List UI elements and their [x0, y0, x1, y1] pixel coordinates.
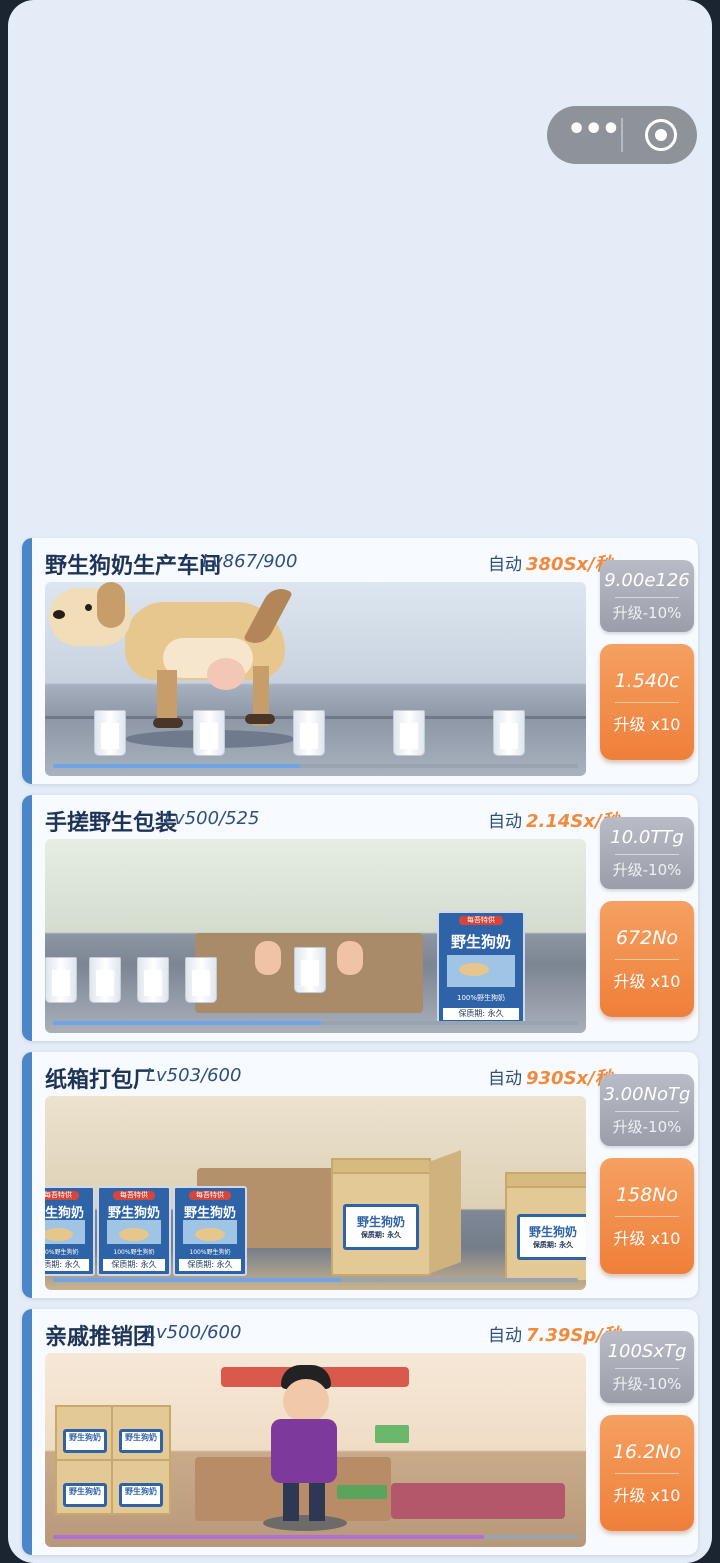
dog-paw — [245, 714, 275, 724]
row-accent-stripe — [22, 795, 32, 1041]
x10-cost: 1.540c — [614, 670, 680, 692]
ellipsis-icon[interactable]: ••• — [567, 115, 621, 149]
target-circle-icon[interactable] — [645, 119, 677, 151]
upgrade-x10-button[interactable]: 672No 升级 x10 — [600, 901, 694, 1017]
upgrade-discount-button[interactable]: 3.00NoTg 升级-10% — [600, 1074, 694, 1146]
milk-glass — [193, 710, 225, 756]
shadow — [263, 1515, 347, 1531]
discount-label: 升级-10% — [612, 1375, 682, 1393]
seller-face — [283, 1379, 329, 1423]
red-mat — [391, 1483, 565, 1519]
upgrade-x10-button[interactable]: 16.2No 升级 x10 — [600, 1415, 694, 1531]
dog-paw — [153, 718, 183, 728]
row-title: 野生狗奶生产车间 — [45, 554, 222, 579]
cardboard-box: 野生狗奶 — [111, 1459, 171, 1515]
row-accent-stripe — [22, 538, 32, 784]
x10-label: 升级 x10 — [613, 972, 681, 991]
milk-pack: 每吾特供野生狗奶100%野生狗奶保质期: 永久 — [173, 1186, 247, 1276]
x10-cost: 158No — [615, 1184, 679, 1206]
row-title: 纸箱打包厂 — [45, 1068, 156, 1093]
row-title: 手搓野生包装 — [45, 811, 178, 836]
milk-glass — [89, 957, 121, 1003]
milk-glass — [137, 957, 169, 1003]
x10-cost: 672No — [615, 927, 679, 949]
dog-eye — [85, 604, 92, 611]
production-progress-bar — [53, 1278, 578, 1282]
upgrade-x10-button[interactable]: 1.540c 升级 x10 — [600, 644, 694, 760]
discount-cost: 100SxTg — [607, 1341, 687, 1362]
milk-pack: 每吾特供野生狗奶100%野生狗奶保质期: 永久 — [97, 1186, 171, 1276]
seller-jacket — [271, 1419, 337, 1483]
scene-dog-milking — [45, 582, 586, 776]
scene-box-packing: 每吾特供野生狗奶100%野生狗奶保质期: 永久 每吾特供野生狗奶100%野生狗奶… — [45, 1096, 586, 1290]
row-accent-stripe — [22, 1052, 32, 1298]
x10-label: 升级 x10 — [613, 1229, 681, 1248]
milk-glass — [293, 710, 325, 756]
cardboard-box: 野生狗奶 — [111, 1405, 171, 1461]
seller-leg — [309, 1483, 325, 1521]
upgrade-discount-button[interactable]: 100SxTg 升级-10% — [600, 1331, 694, 1403]
row-dog-milk-workshop: 野生狗奶生产车间 Lv867/900 自动 380Sx/秒 9.00e126 升… — [22, 538, 698, 784]
upgrade-x10-button[interactable]: 158No 升级 x10 — [600, 1158, 694, 1274]
milk-glass — [185, 957, 217, 1003]
production-progress-bar — [53, 764, 578, 768]
box-side — [429, 1150, 461, 1274]
row-relative-sales: 亲戚推销团 Lv500/600 自动 7.39Sp/秒 野生狗奶 野生狗奶 野生… — [22, 1309, 698, 1555]
app-frame: ••• 野生狗奶生产车间 Lv867/900 自动 380Sx/秒 9.00e1… — [8, 0, 712, 1563]
milk-glass — [493, 710, 525, 756]
cardboard-box: 野生狗奶 — [55, 1405, 115, 1461]
milk-glass — [294, 947, 326, 993]
row-hand-packing: 手搓野生包装 Lv500/525 自动 2.14Sx/秒 每吾特供 野生狗奶 1… — [22, 795, 698, 1041]
row-accent-stripe — [22, 1309, 32, 1555]
row-level: Lv500/600 — [146, 1322, 242, 1343]
x10-cost: 16.2No — [612, 1441, 682, 1463]
production-progress-bar — [53, 1535, 578, 1539]
production-progress-bar — [53, 1021, 578, 1025]
discount-cost: 3.00NoTg — [603, 1084, 691, 1105]
auto-label: 自动 — [488, 1326, 522, 1346]
mini-program-capsule: ••• — [547, 106, 697, 164]
capsule-divider — [621, 118, 623, 152]
hand-left — [255, 941, 281, 975]
cardboard-box: 野生狗奶 保质期: 永久 — [331, 1158, 431, 1276]
milk-glass — [45, 957, 77, 1003]
progress-fill — [53, 1278, 342, 1282]
scene-hand-packing: 每吾特供 野生狗奶 100%野生狗奶 保质期: 永久 — [45, 839, 586, 1033]
discount-label: 升级-10% — [612, 861, 682, 879]
row-box-packing: 纸箱打包厂 Lv503/600 自动 930Sx/秒 每吾特供野生狗奶100%野… — [22, 1052, 698, 1298]
hand-right — [337, 941, 363, 975]
dog-udder — [207, 658, 245, 690]
progress-fill — [53, 1021, 321, 1025]
row-level: Lv500/525 — [164, 808, 260, 829]
seller-leg — [283, 1483, 299, 1521]
auto-label: 自动 — [488, 1069, 522, 1089]
row-level: Lv867/900 — [202, 551, 298, 572]
x10-label: 升级 x10 — [613, 1486, 681, 1505]
x10-label: 升级 x10 — [613, 715, 681, 734]
milk-glass — [393, 710, 425, 756]
progress-fill — [53, 764, 300, 768]
auto-label: 自动 — [488, 812, 522, 832]
row-title: 亲戚推销团 — [45, 1325, 156, 1350]
milk-glass — [94, 710, 126, 756]
cardboard-box: 野生狗奶 保质期: 永久 — [505, 1172, 586, 1282]
progress-fill — [53, 1535, 484, 1539]
milk-pack-large: 每吾特供 野生狗奶 100%野生狗奶 保质期: 永久 — [437, 911, 525, 1025]
upgrade-discount-button[interactable]: 10.0TTg 升级-10% — [600, 817, 694, 889]
auto-label: 自动 — [488, 555, 522, 575]
dog-nose — [53, 610, 65, 619]
row-level: Lv503/600 — [146, 1065, 242, 1086]
milk-pack: 每吾特供野生狗奶100%野生狗奶保质期: 永久 — [45, 1186, 95, 1276]
discount-cost: 9.00e126 — [604, 570, 690, 591]
cash-note — [375, 1425, 409, 1443]
upgrade-discount-button[interactable]: 9.00e126 升级-10% — [600, 560, 694, 632]
discount-label: 升级-10% — [612, 604, 682, 622]
cash-stack — [337, 1485, 387, 1499]
scene-relative-seller: 野生狗奶 野生狗奶 野生狗奶 野生狗奶 — [45, 1353, 586, 1547]
discount-label: 升级-10% — [612, 1118, 682, 1136]
discount-cost: 10.0TTg — [610, 827, 684, 848]
cardboard-box: 野生狗奶 — [55, 1459, 115, 1515]
dog-ear — [97, 582, 125, 628]
